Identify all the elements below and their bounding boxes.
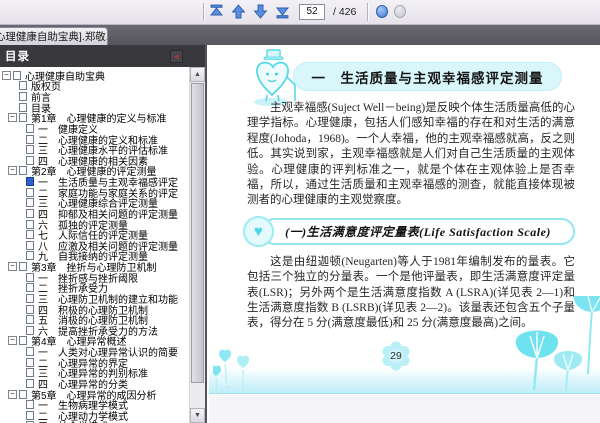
flower-decoration-right [515,296,600,391]
document-page-icon [26,134,34,144]
page-total-label: / 426 [333,5,357,18]
document-page-icon [19,166,27,176]
back-view-button[interactable] [373,2,389,21]
document-page-icon [19,389,27,399]
document-page-icon [26,347,34,357]
forward-view-icon [394,5,407,18]
go-first-page-button[interactable] [207,2,226,21]
document-page: 一 生活质量与主观幸福感评定测量 主观幸福感(Suject Well－being… [209,45,600,423]
document-page-icon [26,198,34,208]
scroll-down-icon[interactable]: ▼ [190,408,205,423]
document-page-icon [19,336,27,346]
document-page-icon [19,102,27,112]
toc-item[interactable]: 前言 [0,91,189,104]
go-last-page-icon [276,7,289,19]
document-page-icon [26,368,34,378]
collapse-icon[interactable]: − [8,262,17,272]
paragraph: 主观幸福感(Suject Well－being)是反映个体生活质量高低的心理学指… [247,102,575,207]
toc-tree: − 心理健康自助宝典 版权页 前言 目录 − 第1章 心理健康的定义与标准一 健康定义二 心… [0,67,189,423]
section-title: 一 生活质量与主观幸福感评定测量 [293,62,562,91]
document-page-icon [26,400,34,410]
document-page-icon [26,357,34,367]
document-page-icon [19,81,27,91]
document-page-icon [13,70,21,80]
next-page-icon [253,4,268,19]
scroll-up-icon[interactable]: ▲ [190,67,205,82]
heart-mascot-icon [254,49,296,106]
toc-item-label: 三 社会学模式 [38,418,108,423]
document-page-icon [26,208,34,218]
page-navigation-group: / 426 [207,2,407,21]
document-tab[interactable]: [心理健康自助宝典].郑敬... × [0,27,108,45]
document-page-icon [19,262,27,272]
document-tab-title: [心理健康自助宝典].郑敬... [0,31,108,43]
auto-hide-pin-icon[interactable]: ◄ [170,49,183,63]
document-page-icon [26,240,34,250]
toolbar-separator [203,3,204,21]
previous-page-icon [231,4,246,19]
toolbar-separator [367,2,369,21]
document-page-icon [26,123,34,133]
document-page-icon [26,230,34,240]
subsection-title: (一)生活满意度评定量表(Life Satisfaction Scale) [261,217,575,245]
toc-sidebar-title: 目录 [5,51,30,63]
document-page-icon [26,187,34,197]
main-toolbar: / 426 [0,0,600,25]
flower-decoration-left [213,349,249,393]
document-page-icon [26,410,34,420]
toc-sidebar: 目录 ◄ − 心理健康自助宝典 版权页 前言 目录 − 第1章 心理健康的定义与标准一 健康… [0,45,207,423]
content-area: 目录 ◄ − 心理健康自助宝典 版权页 前言 目录 − 第1章 心理健康的定义与标准一 健康… [0,45,600,423]
document-page-icon [26,145,34,155]
previous-page-button[interactable] [229,2,248,21]
document-page-icon [26,283,34,293]
forward-view-button[interactable] [391,2,407,21]
document-page-icon [26,304,34,314]
tab-bar: [心理健康自助宝典].郑敬... × [0,25,600,45]
toc-item[interactable]: − 心理健康自助宝典 [0,70,189,83]
document-page-icon [26,272,34,282]
next-page-button[interactable] [251,2,270,21]
collapse-icon[interactable]: − [8,389,17,399]
scrollbar-thumb[interactable] [191,83,204,383]
heart-icon: ♥ [254,222,263,240]
document-page-icon [26,177,34,187]
go-last-page-button[interactable] [273,2,292,21]
page-number: 29 [390,350,402,362]
document-page-icon [26,293,34,303]
subsection-header: ♥ (一)生活满意度评定量表(Life Satisfaction Scale) [243,215,575,247]
collapse-icon[interactable]: − [2,70,11,80]
collapse-icon[interactable]: − [8,336,17,346]
toc-scrollbar[interactable]: ▲ ▼ [189,67,205,423]
ebook-reader-window: / 426 [心理健康自助宝典].郑敬... × 目录 ◄ −心理健康自助宝典版… [0,0,600,423]
go-first-page-icon [210,4,223,16]
document-page-icon [26,315,34,325]
heart-badge-icon: ♥ [243,215,274,247]
collapse-icon[interactable]: − [8,166,17,176]
toc-sidebar-header: 目录 ◄ [0,45,205,67]
back-view-icon [376,5,389,18]
canvas-background [209,395,600,423]
page-number-badge: 29 [381,341,411,371]
document-page-icon [19,113,27,123]
collapse-icon[interactable]: − [8,113,17,123]
document-page-icon [19,92,27,102]
page-number-input[interactable] [299,3,325,20]
document-page-icon [26,219,34,229]
